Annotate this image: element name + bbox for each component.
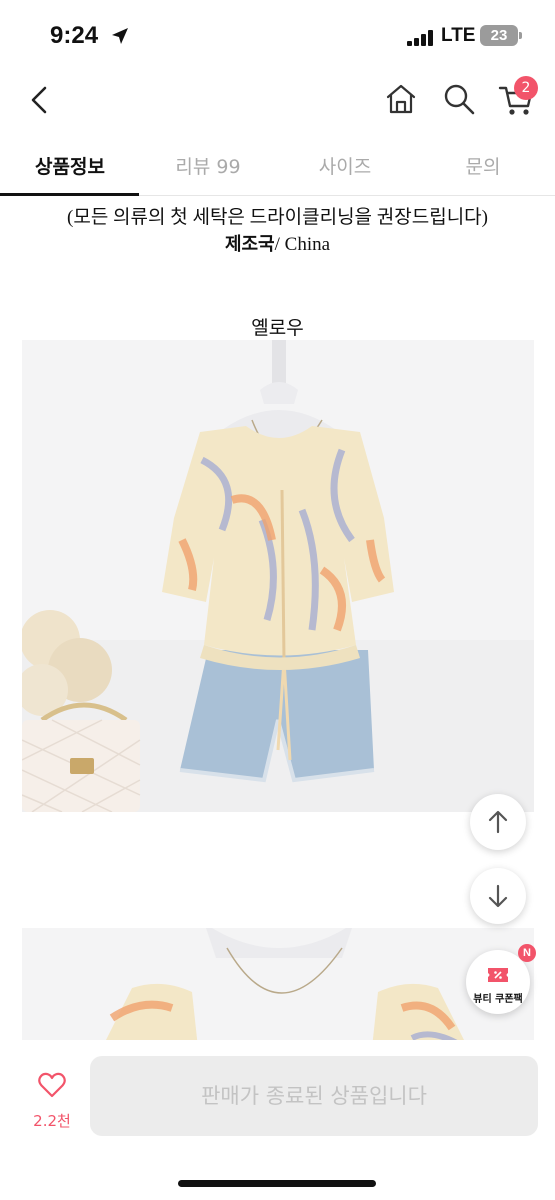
search-icon[interactable] xyxy=(442,82,476,116)
like-count: 2.2천 xyxy=(33,1112,71,1130)
arrow-down-icon xyxy=(488,884,508,908)
signal-icon xyxy=(407,30,435,46)
like-button[interactable]: 2.2천 xyxy=(22,1068,82,1138)
color-option-label: 옐로우 xyxy=(251,317,304,339)
status-bar: 9:24 LTE 23 xyxy=(0,0,555,70)
origin-value: / China xyxy=(274,234,331,255)
origin-label: 제조국 xyxy=(224,234,275,255)
heart-icon xyxy=(38,1072,66,1098)
cart-count-badge: 2 xyxy=(514,76,538,100)
coupon-new-badge: N xyxy=(518,944,536,962)
status-time: 9:24 xyxy=(50,22,99,49)
tab-size[interactable]: 사이즈 xyxy=(310,152,380,179)
product-photo-2 xyxy=(22,928,534,1048)
tab-reviews[interactable]: 리뷰 99 xyxy=(165,152,251,179)
active-tab-indicator xyxy=(0,193,139,196)
scroll-down-button[interactable] xyxy=(470,868,526,924)
home-icon[interactable] xyxy=(384,82,418,116)
product-tabs: 상품정보 리뷰 99 사이즈 문의 xyxy=(0,140,555,196)
back-chevron-icon[interactable] xyxy=(24,80,54,120)
tab-inquiry[interactable]: 문의 xyxy=(455,152,511,179)
coupon-icon xyxy=(488,968,508,982)
origin-line: 제조국/ China xyxy=(0,230,555,256)
top-nav xyxy=(0,70,555,130)
sold-out-button[interactable]: 판매가 종료된 상품입니다 xyxy=(90,1056,538,1136)
bottom-action-bar: 2.2천 판매가 종료된 상품입니다 xyxy=(0,1040,555,1200)
home-indicator xyxy=(178,1180,376,1187)
scroll-up-button[interactable] xyxy=(470,794,526,850)
product-photo xyxy=(22,340,534,812)
tab-product-info[interactable]: 상품정보 xyxy=(30,152,110,179)
care-note: (모든 의류의 첫 세탁은 드라이클리닝을 권장드립니다) xyxy=(67,207,488,228)
arrow-up-icon xyxy=(488,810,508,834)
battery-icon: 23 xyxy=(480,25,518,46)
network-type: LTE xyxy=(441,25,476,46)
coupon-pack-label: 뷰티 쿠폰팩 xyxy=(473,994,523,1005)
location-arrow-icon xyxy=(112,28,128,44)
battery-nub xyxy=(519,32,522,39)
